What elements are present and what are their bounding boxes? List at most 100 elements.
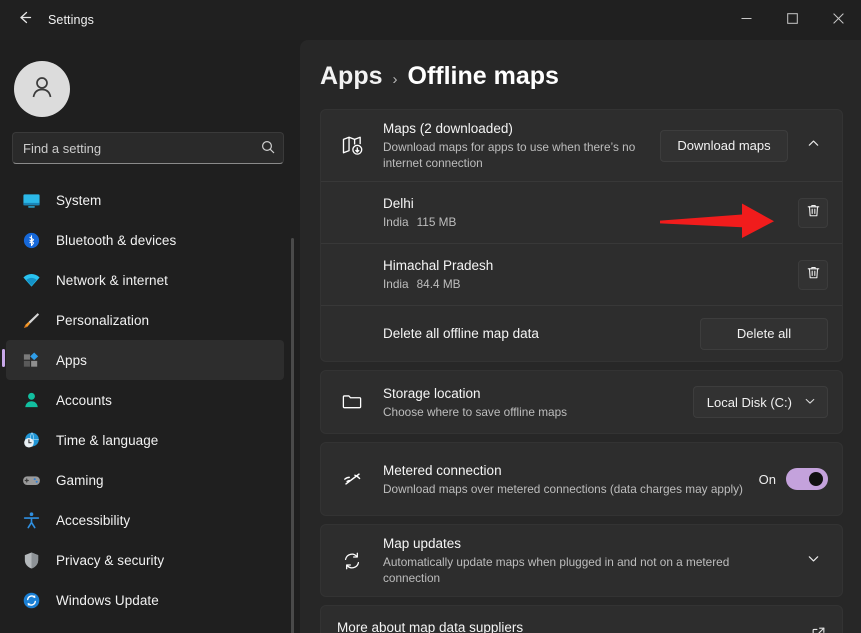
sidebar-item-accessibility[interactable]: Accessibility: [6, 500, 284, 540]
maps-card: Maps (2 downloaded) Download maps for ap…: [320, 109, 843, 362]
sidebar-item-label: Bluetooth & devices: [56, 233, 176, 248]
breadcrumb: Apps › Offline maps: [320, 40, 843, 109]
sidebar-item-label: Personalization: [56, 313, 149, 328]
storage-location-title: Storage location: [383, 385, 681, 403]
accessibility-icon: [20, 509, 42, 531]
map-size: 84.4 MB: [417, 277, 461, 291]
external-link-icon: [811, 626, 826, 633]
storage-location-text: Storage location Choose where to save of…: [383, 385, 681, 420]
map-data-suppliers-text: More about map data suppliers © 2022 Mic…: [337, 618, 572, 633]
maps-collapse-button[interactable]: [798, 131, 828, 161]
sidebar-item-gaming[interactable]: Gaming: [6, 460, 284, 500]
sidebar-item-privacy-security[interactable]: Privacy & security: [6, 540, 284, 580]
bluetooth-icon: [20, 229, 42, 251]
sidebar-item-label: System: [56, 193, 101, 208]
trash-icon: [806, 203, 821, 223]
minimize-button[interactable]: [723, 0, 769, 40]
back-button[interactable]: [4, 4, 44, 36]
sidebar-scrollbar[interactable]: [291, 238, 294, 633]
sidebar-item-label: Accounts: [56, 393, 112, 408]
sidebar-item-bluetooth-devices[interactable]: Bluetooth & devices: [6, 220, 284, 260]
back-arrow-icon: [17, 10, 32, 30]
sidebar-nav: System Bluetooth & devices Network & int…: [0, 180, 300, 620]
sidebar: System Bluetooth & devices Network & int…: [0, 40, 300, 633]
map-updates-text: Map updates Automatically update maps wh…: [383, 535, 786, 586]
sidebar-item-network-internet[interactable]: Network & internet: [6, 260, 284, 300]
shield-icon: [20, 549, 42, 571]
storage-location-actions: Local Disk (C:): [693, 386, 828, 418]
metered-connection-text: Metered connection Download maps over me…: [383, 462, 747, 497]
table-row: Himachal Pradesh India 84.4 MB: [321, 243, 842, 305]
clock-globe-icon: [20, 429, 42, 451]
map-meta: India 115 MB: [383, 214, 786, 230]
window-title: Settings: [48, 13, 94, 27]
window-body: System Bluetooth & devices Network & int…: [0, 40, 861, 633]
map-item-delhi: Delhi India 115 MB: [383, 195, 786, 230]
trash-icon: [806, 265, 821, 285]
metered-connection-subtitle: Download maps over metered connections (…: [383, 481, 743, 497]
search-input[interactable]: [12, 132, 284, 164]
sidebar-item-windows-update[interactable]: Windows Update: [6, 580, 284, 620]
breadcrumb-parent[interactable]: Apps: [320, 62, 383, 91]
delete-button-delhi[interactable]: [798, 198, 828, 228]
gamepad-icon: [20, 469, 42, 491]
metered-connection-toggle[interactable]: [786, 468, 828, 490]
folder-icon: [337, 391, 367, 413]
maps-subtitle: Download maps for apps to use when there…: [383, 139, 648, 171]
map-updates-expand-button[interactable]: [798, 546, 828, 576]
sidebar-item-personalization[interactable]: Personalization: [6, 300, 284, 340]
storage-location-row: Storage location Choose where to save of…: [321, 371, 842, 433]
metered-toggle-state-label: On: [759, 472, 776, 487]
delhi-actions: [798, 198, 828, 228]
map-name: Himachal Pradesh: [383, 257, 786, 275]
settings-window: Settings: [0, 0, 861, 633]
himachal-actions: [798, 260, 828, 290]
map-country: India: [383, 277, 409, 291]
sidebar-item-label: Time & language: [56, 433, 158, 448]
map-updates-card[interactable]: Map updates Automatically update maps wh…: [320, 524, 843, 597]
sidebar-item-apps[interactable]: Apps: [6, 340, 284, 380]
map-name: Delhi: [383, 195, 786, 213]
maps-header-text: Maps (2 downloaded) Download maps for ap…: [383, 120, 648, 171]
table-row: Delhi India 115 MB: [321, 181, 842, 243]
metered-connection-actions: On: [759, 468, 828, 490]
content-pane: Apps › Offline maps: [300, 40, 861, 633]
maximize-button[interactable]: [769, 0, 815, 40]
sidebar-item-label: Gaming: [56, 473, 104, 488]
maps-header-row: Maps (2 downloaded) Download maps for ap…: [321, 110, 842, 181]
sidebar-item-system[interactable]: System: [6, 180, 284, 220]
sidebar-item-accounts[interactable]: Accounts: [6, 380, 284, 420]
metered-connection-title: Metered connection: [383, 462, 747, 480]
map-download-icon: [337, 134, 367, 157]
sidebar-item-label: Windows Update: [56, 593, 159, 608]
toggle-knob: [809, 472, 823, 486]
search-container: [12, 132, 284, 164]
map-country: India: [383, 215, 409, 229]
map-size: 115 MB: [417, 215, 457, 229]
close-icon: [833, 11, 844, 29]
profile-section[interactable]: [0, 40, 300, 126]
storage-location-card: Storage location Choose where to save of…: [320, 370, 843, 434]
chevron-up-icon: [807, 137, 820, 155]
chevron-down-icon: [807, 552, 820, 570]
map-data-suppliers-link[interactable]: More about map data suppliers © 2022 Mic…: [320, 605, 843, 633]
download-maps-button[interactable]: Download maps: [660, 130, 788, 162]
delete-all-text: Delete all offline map data: [383, 325, 688, 343]
sidebar-item-time-language[interactable]: Time & language: [6, 420, 284, 460]
sync-icon: [337, 550, 367, 572]
breadcrumb-separator: ›: [393, 71, 398, 88]
maps-title: Maps (2 downloaded): [383, 120, 648, 138]
user-avatar-icon: [27, 72, 57, 107]
storage-location-value: Local Disk (C:): [707, 395, 792, 410]
storage-location-dropdown[interactable]: Local Disk (C:): [693, 386, 828, 418]
delete-button-himachal-pradesh[interactable]: [798, 260, 828, 290]
delete-all-button[interactable]: Delete all: [700, 318, 828, 350]
close-button[interactable]: [815, 0, 861, 40]
update-icon: [20, 589, 42, 611]
sidebar-item-label: Accessibility: [56, 513, 130, 528]
storage-location-subtitle: Choose where to save offline maps: [383, 404, 681, 420]
map-updates-actions: [798, 546, 828, 576]
minimize-icon: [741, 11, 752, 29]
page-title: Offline maps: [408, 62, 559, 91]
person-icon: [20, 389, 42, 411]
